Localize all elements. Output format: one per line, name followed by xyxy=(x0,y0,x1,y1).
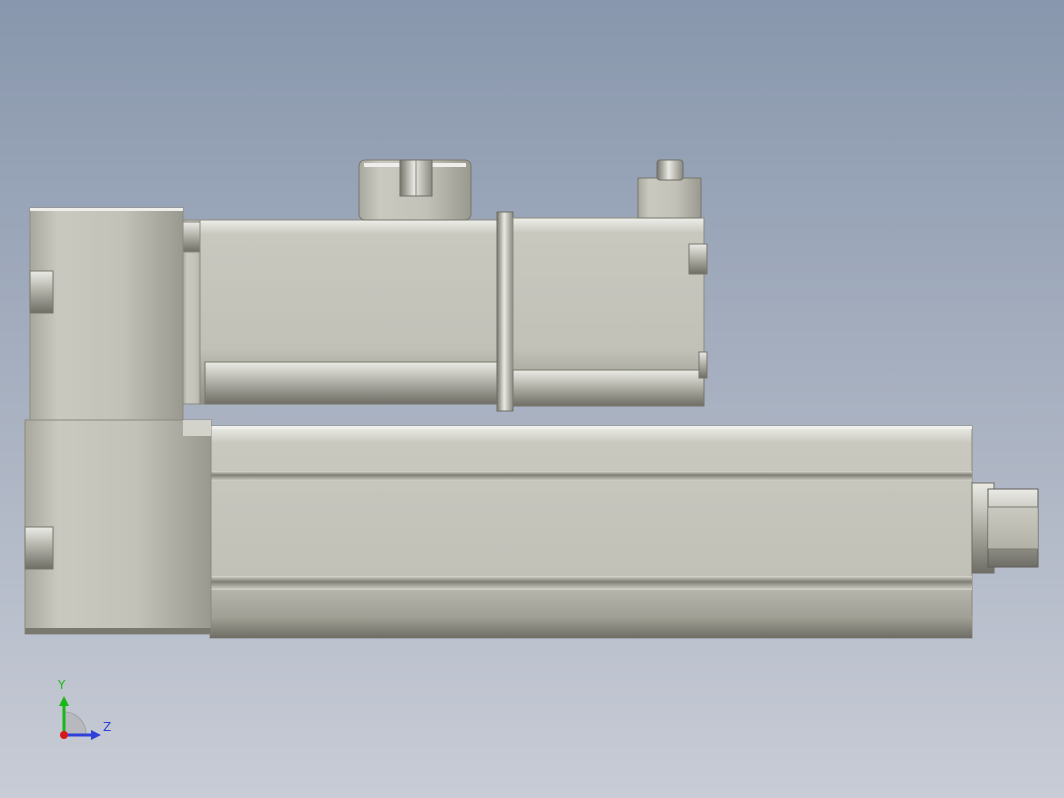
servo-motor[interactable] xyxy=(182,211,708,412)
encoder-connector[interactable] xyxy=(637,159,702,219)
rail-groove-lower xyxy=(210,576,972,590)
rail-bottom-shadow xyxy=(210,616,972,638)
x-axis-dot xyxy=(60,731,68,739)
power-connector[interactable] xyxy=(358,159,472,221)
triad-graphic xyxy=(59,696,101,740)
flange-bore-lower xyxy=(24,526,54,570)
actuator-rail[interactable] xyxy=(209,425,973,639)
flange-bore-upper xyxy=(29,270,54,314)
cad-viewport[interactable]: Y Z xyxy=(0,0,1064,798)
actuator-model-view xyxy=(24,159,1039,639)
rail-groove-upper xyxy=(210,471,972,481)
triad-z-label: Z xyxy=(103,720,112,734)
triad-y-label: Y xyxy=(58,678,66,692)
rod-end[interactable] xyxy=(971,482,1039,574)
rail-top-edge xyxy=(210,426,972,429)
